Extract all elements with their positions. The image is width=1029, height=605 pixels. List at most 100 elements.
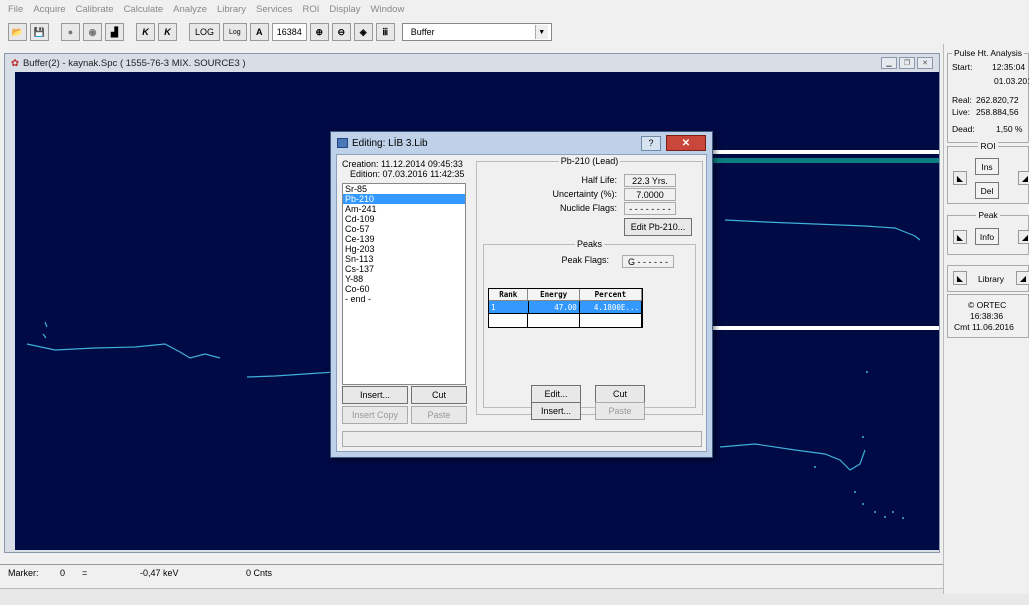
log-toggle-button[interactable]: Log (223, 23, 247, 41)
stop-acquire-icon[interactable]: ◉ (83, 23, 102, 41)
menu-services[interactable]: Services (256, 4, 292, 15)
save-icon[interactable]: 💾 (30, 23, 49, 41)
table-row[interactable]: 1 47.00 4.1800E... (489, 301, 642, 313)
live-label: Live: (952, 107, 970, 117)
menu-calibrate[interactable]: Calibrate (76, 4, 114, 15)
peak-prev-icon[interactable]: ◣ (953, 230, 967, 244)
nuclide-list-item[interactable]: Y-88 (343, 274, 465, 284)
insert-peak-button[interactable]: Insert... (531, 402, 581, 420)
edit-nuclide-button[interactable]: Edit Pb-210... (624, 218, 692, 236)
auto-scale-button[interactable]: A (249, 23, 269, 41)
channels-field[interactable]: 16384 (271, 23, 307, 41)
library-next-icon[interactable]: ◢ (1016, 271, 1029, 285)
peak-next-icon[interactable]: ◢ (1018, 230, 1029, 244)
dialog-status-line (342, 431, 702, 447)
nuclide-list-item[interactable]: Sr-85 (343, 184, 465, 194)
nuclide-list-item[interactable]: Am-241 (343, 204, 465, 214)
nuclide-list-item[interactable]: Cs-137 (343, 264, 465, 274)
start-time: 12:35:04 (992, 62, 1026, 72)
nuclide-list-item[interactable]: Co-57 (343, 224, 465, 234)
help-icon[interactable]: ? (641, 135, 661, 151)
menu-display[interactable]: Display (329, 4, 360, 15)
start-label: Start: (952, 62, 973, 72)
chevron-down-icon: ▼ (534, 25, 548, 39)
start-acquire-icon[interactable]: ● (61, 23, 80, 41)
paste-nuclide-button[interactable]: Paste (411, 406, 467, 424)
peaks-header-cell[interactable]: Percent (579, 289, 642, 301)
peak-info-button[interactable]: Info (975, 228, 999, 245)
roi-prev-icon[interactable]: ◣ (953, 171, 967, 185)
peaks-header-cell[interactable]: Energy (528, 289, 580, 301)
spectrum-title: Buffer(2) - kaynak.Spc ( 1555-76-3 MIX. … (22, 57, 246, 69)
start-date: 01.03.2016 (994, 76, 1029, 86)
marker-energy: -0,47 keV (140, 567, 179, 578)
uncertainty-field: 7.0000 (624, 188, 676, 201)
open-file-icon[interactable]: 📂 (8, 23, 27, 41)
roi-mark-icon[interactable]: K (136, 23, 155, 41)
spectrum-title-bar: ✿ Buffer(2) - kaynak.Spc ( 1555-76-3 MIX… (5, 54, 939, 72)
marker-bar: Marker: 0 = -0,47 keV 0 Cnts (0, 564, 943, 580)
spectrum-app-icon: ✿ (11, 57, 19, 69)
buffer-select[interactable]: Buffer ▼ (401, 23, 552, 41)
restore-icon[interactable]: ❐ (899, 57, 915, 69)
menu-calculate[interactable]: Calculate (124, 4, 164, 15)
zoom-in-icon[interactable]: ⊕ (309, 23, 329, 41)
roi-delete-button[interactable]: Del (975, 182, 999, 199)
pulse-title: Pulse Ht. Analysis (951, 48, 1025, 58)
close-icon[interactable]: ✕ (666, 135, 706, 151)
close-icon[interactable]: ✕ (917, 57, 933, 69)
menu-window[interactable]: Window (371, 4, 405, 15)
real-label: Real: (952, 95, 972, 105)
peaks-group-title: Peaks (574, 239, 604, 249)
nuclide-list-item[interactable]: Cd-109 (343, 214, 465, 224)
center-icon[interactable]: ◈ (353, 23, 373, 41)
half-life-field: 22.3 Yrs. (624, 174, 676, 187)
menu-analyze[interactable]: Analyze (173, 4, 207, 15)
dialog-app-icon (337, 138, 348, 148)
nuclide-list-item[interactable]: Sn-113 (343, 254, 465, 264)
dialog-title-bar[interactable]: Editing: LİB 3.Lib ? ✕ (331, 132, 712, 154)
nuclide-list[interactable]: Sr-85 Pb-210 Am-241 Cd-109 Co-57 Ce-139 Hg-203… (342, 183, 466, 385)
menu-roi[interactable]: ROI (302, 4, 319, 15)
baseline-icon[interactable]: ⅲ (375, 23, 395, 41)
clock-value: 16:38:36 (970, 311, 1004, 321)
library-prev-icon[interactable]: ◣ (953, 271, 967, 285)
edit-peak-button[interactable]: Edit... (531, 385, 581, 403)
nuclide-list-item[interactable]: Pb-210 (343, 194, 465, 204)
peaks-table[interactable]: Rank Energy Percent 1 47.00 4.1800E... (488, 288, 643, 328)
cut-nuclide-button[interactable]: Cut (411, 386, 467, 404)
zoom-out-icon[interactable]: ⊖ (331, 23, 351, 41)
nuclide-list-item[interactable]: Hg-203 (343, 244, 465, 254)
peaks-cell: 47.00 (528, 301, 580, 313)
cut-peak-button[interactable]: Cut (595, 385, 645, 403)
half-life-label: Half Life: (581, 175, 617, 185)
creation-date: Creation: 11.12.2014 09:45:33 (342, 159, 463, 169)
nuclide-list-item[interactable]: Co-60 (343, 284, 465, 294)
menu-acquire[interactable]: Acquire (33, 4, 65, 15)
clear-spectrum-icon[interactable]: ▟ (105, 23, 124, 41)
insert-copy-button[interactable]: Insert Copy (342, 406, 408, 424)
marker-counts: 0 Cnts (246, 567, 273, 578)
status-bar (0, 588, 1029, 605)
menu-file[interactable]: File (8, 4, 23, 15)
insert-nuclide-button[interactable]: Insert... (342, 386, 408, 404)
menu-library[interactable]: Library (217, 4, 246, 15)
roi-next-icon[interactable]: ◢ (1018, 171, 1029, 185)
library-label[interactable]: Library (978, 274, 1004, 284)
library-group: ◣ Library ◢ (947, 265, 1029, 292)
peaks-cell (528, 313, 580, 327)
table-row-empty[interactable] (489, 313, 642, 327)
roi-clear-icon[interactable]: K (158, 23, 177, 41)
peaks-header-cell[interactable]: Rank (489, 289, 529, 301)
paste-peak-button[interactable]: Paste (595, 402, 645, 420)
nuclide-list-item[interactable]: - end - (343, 294, 465, 304)
peaks-cell: 4.1800E... (579, 301, 642, 313)
dialog-title: Editing: LİB 3.Lib (352, 137, 428, 149)
peak-group: Peak Info ◣ ◢ (947, 210, 1029, 255)
log-scale-button[interactable]: LOG (189, 23, 221, 41)
minimize-icon[interactable]: ▁ (881, 57, 897, 69)
pulse-analysis-group: Pulse Ht. Analysis Start: 12:35:04 01.03.… (947, 48, 1029, 143)
nuclide-list-item[interactable]: Ce-139 (343, 234, 465, 244)
roi-insert-button[interactable]: Ins (975, 158, 999, 175)
menu-bar: File Acquire Calibrate Calculate Analyze Libr… (0, 0, 1029, 18)
